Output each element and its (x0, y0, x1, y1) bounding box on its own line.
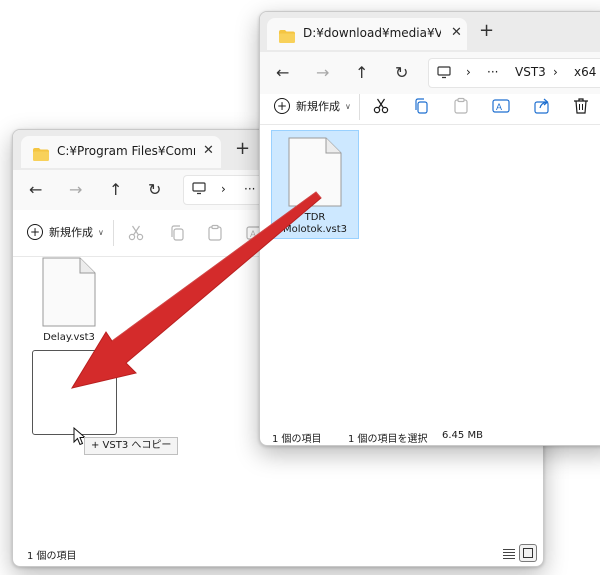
refresh-icon[interactable]: ↻ (148, 182, 161, 198)
toolbar-divider (359, 94, 360, 120)
file-item[interactable]: Delay.vst3 (37, 257, 101, 347)
cut-icon[interactable] (372, 97, 390, 115)
chevron-down-icon: ∨ (345, 101, 351, 111)
drag-copy-tooltip: + VST3 へコピー (84, 437, 179, 455)
breadcrumb-item-vst3[interactable]: VST3 (515, 65, 546, 79)
svg-text:A: A (250, 229, 256, 239)
close-tab-icon[interactable]: ✕ (451, 25, 462, 40)
command-bar: + 新規作成 ∨ A (260, 94, 600, 125)
file-list-area: TDR Molotok.vst3 (260, 125, 600, 415)
address-bar[interactable]: › ··· VST3 › x64 (428, 58, 600, 88)
up-icon[interactable]: ↑ (109, 182, 122, 198)
pc-icon (192, 182, 206, 198)
new-button[interactable]: + 新規作成 ∨ (27, 224, 104, 240)
toolbar-divider (113, 220, 114, 246)
add-icon: + (27, 224, 43, 240)
chevron-down-icon: ∨ (98, 227, 104, 237)
new-tab-icon[interactable]: + (479, 22, 494, 40)
details-view-icon[interactable] (503, 548, 515, 559)
refresh-icon[interactable]: ↻ (395, 65, 408, 81)
new-button[interactable]: + 新規作成 ∨ (274, 98, 351, 114)
breadcrumb-more-icon[interactable]: ··· (244, 182, 255, 196)
forward-icon[interactable]: → (69, 182, 82, 198)
tab-title: D:¥download¥media¥VST¥TDR (303, 26, 441, 40)
new-label: 新規作成 (49, 226, 93, 239)
copy-icon[interactable] (168, 224, 186, 242)
drag-preview (32, 350, 117, 435)
status-selection: 1 個の項目を選択 (348, 434, 428, 445)
file-icon (288, 137, 342, 207)
paste-icon[interactable] (452, 97, 470, 115)
status-item-count: 1 個の項目 (272, 434, 322, 445)
breadcrumb-chevron-icon: › (466, 65, 471, 79)
back-icon[interactable]: ← (29, 182, 42, 198)
explorer-window-right: D:¥download¥media¥VST¥TDR ✕ + ← → ↑ ↻ › … (259, 11, 600, 446)
status-size: 6.45 MB (442, 430, 483, 441)
file-name: Delay.vst3 (43, 332, 95, 343)
title-bar: D:¥download¥media¥VST¥TDR ✕ + (260, 12, 600, 52)
file-item-selected[interactable]: TDR Molotok.vst3 (271, 130, 359, 239)
copy-icon[interactable] (412, 97, 430, 115)
delete-icon[interactable] (572, 97, 590, 115)
up-icon[interactable]: ↑ (355, 65, 368, 81)
forward-icon[interactable]: → (316, 65, 329, 81)
breadcrumb-more-icon[interactable]: ··· (487, 65, 498, 79)
new-label: 新規作成 (296, 100, 340, 113)
paste-icon[interactable] (206, 224, 224, 242)
navigation-bar: ← → ↑ ↻ › ··· VST3 › x64 (260, 52, 600, 94)
file-icon (42, 257, 96, 327)
breadcrumb-chevron-icon: › (553, 65, 558, 79)
rename-icon[interactable]: A (492, 97, 510, 115)
tab-title: C:¥Program Files¥Common File (57, 144, 195, 158)
svg-text:A: A (496, 102, 502, 112)
cut-icon[interactable] (127, 224, 145, 242)
new-tab-icon[interactable]: + (235, 140, 250, 158)
tab-program-files[interactable]: C:¥Program Files¥Common File ✕ (21, 136, 221, 168)
tiles-view-inner (523, 548, 533, 558)
file-name-line2: Molotok.vst3 (282, 224, 348, 235)
folder-icon (33, 146, 49, 165)
folder-icon (279, 28, 295, 47)
file-name-line1: TDR (304, 212, 326, 223)
pc-icon (437, 66, 451, 82)
tab-download-vst[interactable]: D:¥download¥media¥VST¥TDR ✕ (267, 18, 467, 50)
breadcrumb-chevron-icon: › (221, 182, 226, 196)
status-item-count: 1 個の項目 (27, 551, 77, 562)
back-icon[interactable]: ← (276, 65, 289, 81)
breadcrumb-item-x64[interactable]: x64 (574, 65, 596, 79)
tiles-view-icon[interactable] (519, 544, 537, 562)
close-tab-icon[interactable]: ✕ (203, 143, 214, 158)
share-icon[interactable] (533, 97, 551, 115)
add-icon: + (274, 98, 290, 114)
